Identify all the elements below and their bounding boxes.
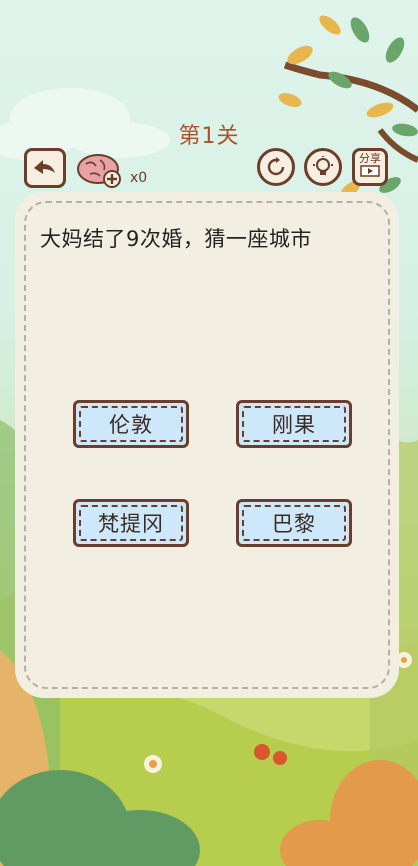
puzzle-card: 大妈结了9次婚，猜一座城市 伦敦 刚果 梵提冈 巴黎 xyxy=(18,195,396,695)
option-label: 巴黎 xyxy=(272,512,316,536)
option-label: 伦敦 xyxy=(109,413,153,437)
question-text: 大妈结了9次婚，猜一座城市 xyxy=(40,227,312,251)
share-icon xyxy=(360,165,380,177)
hint-button[interactable] xyxy=(304,148,342,186)
brain-plus-icon xyxy=(77,154,121,188)
brain-count: x0 xyxy=(130,170,148,186)
back-button[interactable] xyxy=(24,148,66,188)
option-button-2[interactable]: 刚果 xyxy=(236,400,352,448)
back-arrow-icon xyxy=(34,160,55,174)
restart-icon xyxy=(267,157,285,176)
option-button-1[interactable]: 伦敦 xyxy=(73,400,189,448)
option-button-3[interactable]: 梵提冈 xyxy=(73,499,189,547)
level-title: 第1关 xyxy=(178,124,240,149)
option-label: 刚果 xyxy=(272,413,316,437)
share-button[interactable]: 分享 xyxy=(352,148,388,186)
brain-plus-button[interactable] xyxy=(76,152,122,188)
restart-button[interactable] xyxy=(257,148,295,186)
option-label: 梵提冈 xyxy=(98,512,164,536)
tree-branch xyxy=(278,15,418,199)
hint-bulb-icon xyxy=(313,156,333,175)
option-button-4[interactable]: 巴黎 xyxy=(236,499,352,547)
share-label: 分享 xyxy=(359,152,381,165)
